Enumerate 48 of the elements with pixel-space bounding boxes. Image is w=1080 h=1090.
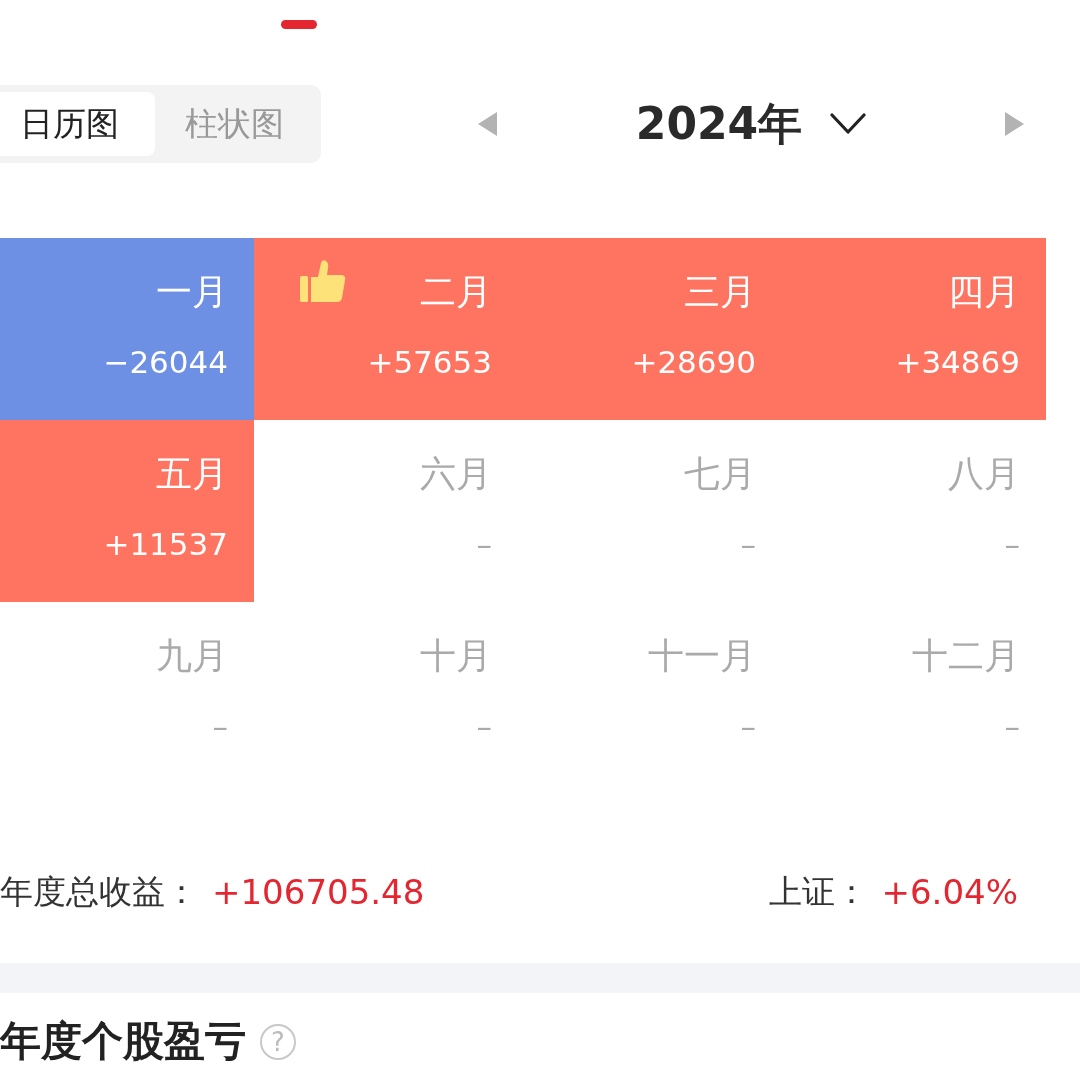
chevron-down-icon: [830, 113, 867, 135]
total-profit-label: 年度总收益：: [0, 870, 198, 913]
view-tab[interactable]: 日历图: [0, 92, 155, 156]
month-name: 二月: [420, 270, 492, 314]
month-name: 四月: [948, 270, 1020, 314]
help-icon[interactable]: ?: [260, 1023, 296, 1060]
month-profit: –: [212, 707, 228, 746]
month-name: 十一月: [648, 634, 756, 678]
month-name: 六月: [420, 452, 492, 496]
month-cell[interactable]: 七月 –: [518, 420, 782, 602]
month-profit: +57653: [367, 343, 492, 382]
view-tab[interactable]: 柱状图: [155, 92, 314, 156]
index-change-value: +6.04%: [881, 872, 1018, 912]
month-name: 七月: [684, 452, 756, 496]
year-dropdown[interactable]: 2024年: [635, 94, 867, 154]
month-name: 三月: [684, 270, 756, 314]
month-profit: +34869: [895, 343, 1020, 382]
month-cell[interactable]: 十一月 –: [518, 602, 782, 784]
month-cell[interactable]: 一月 −26044: [0, 238, 254, 420]
month-cell[interactable]: 五月 +11537: [0, 420, 254, 602]
month-cell[interactable]: 四月 +34869: [782, 238, 1046, 420]
month-cell[interactable]: 二月 +57653: [254, 238, 518, 420]
month-profit: –: [740, 525, 756, 564]
month-cell[interactable]: 十月 –: [254, 602, 518, 784]
previous-year-icon[interactable]: [478, 112, 497, 136]
index-label: 上证：: [768, 870, 868, 913]
month-name: 十月: [420, 634, 492, 678]
month-cell[interactable]: 三月 +28690: [518, 238, 782, 420]
month-cell[interactable]: 九月 –: [0, 602, 254, 784]
month-cell[interactable]: 十二月 –: [782, 602, 1046, 784]
month-name: 五月: [156, 452, 228, 496]
month-profit: +11537: [103, 525, 228, 564]
month-name: 八月: [948, 452, 1020, 496]
month-cell[interactable]: 六月 –: [254, 420, 518, 602]
month-profit: –: [1004, 525, 1020, 564]
month-profit: +28690: [631, 343, 756, 382]
month-name: 一月: [156, 270, 228, 314]
next-year-icon[interactable]: [1005, 112, 1024, 136]
month-profit: –: [476, 707, 492, 746]
month-profit: –: [740, 707, 756, 746]
month-profit: –: [1004, 707, 1020, 746]
total-profit-value: +106705.48: [212, 872, 425, 912]
month-name: 十二月: [912, 634, 1020, 678]
month-profit: −26044: [103, 343, 228, 382]
month-cell[interactable]: 八月 –: [782, 420, 1046, 602]
tab-indicator: [281, 20, 317, 29]
month-profit: –: [476, 525, 492, 564]
month-name: 九月: [156, 634, 228, 678]
